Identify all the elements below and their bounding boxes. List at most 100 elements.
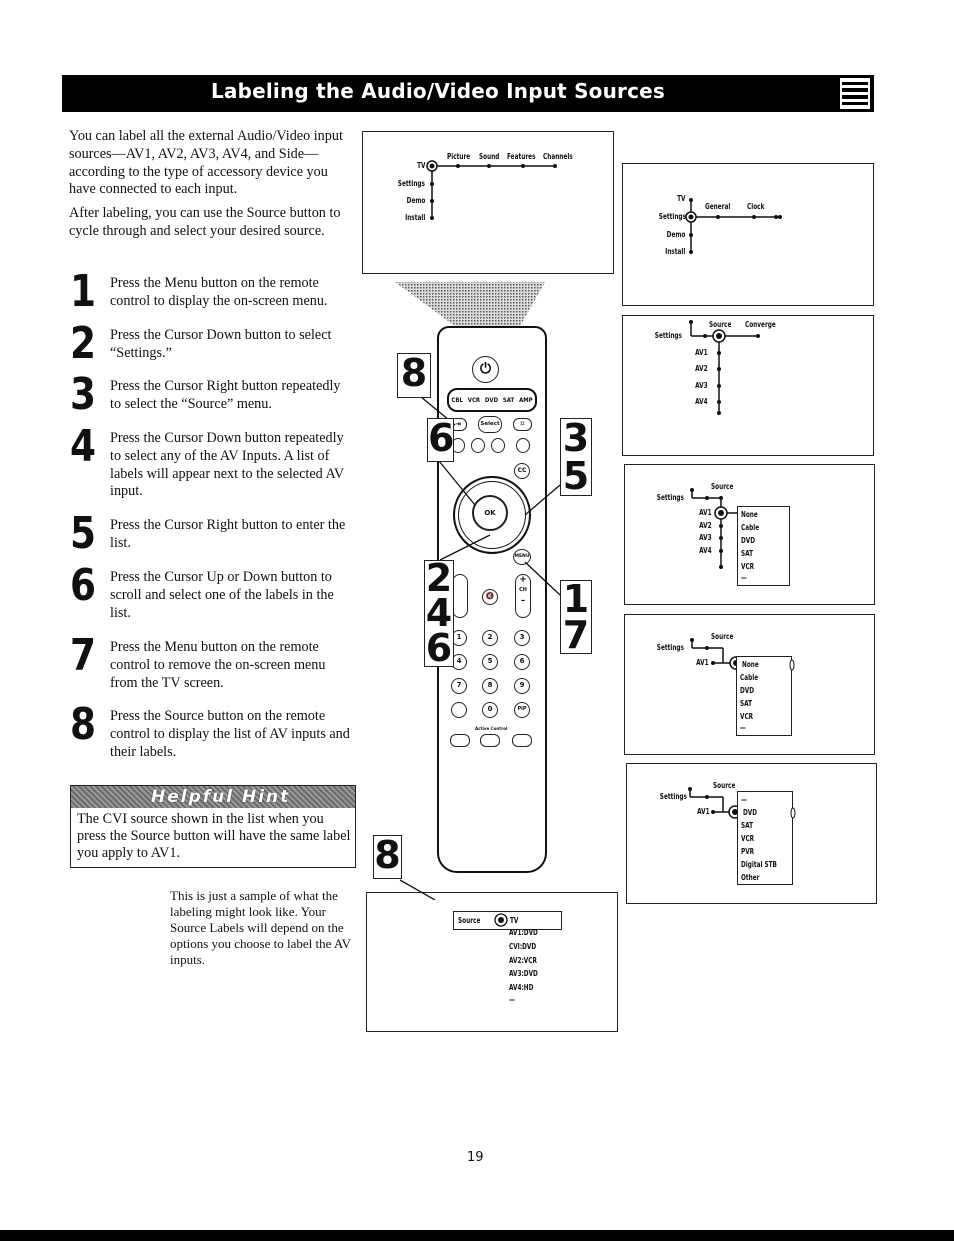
step-number: 4 — [70, 421, 97, 472]
callout-steps-2-4-6: 2 4 6 — [424, 556, 454, 670]
label-list: None Cable DVD SAT VCR — — [737, 506, 790, 586]
list-item: SAT — [740, 699, 753, 708]
step-number: 2 — [70, 318, 97, 369]
source-list-item: AV4:HD — [509, 983, 534, 992]
intro-paragraph: You can label all the external Audio/Vid… — [69, 128, 343, 198]
menu-label: AV1 — [695, 348, 708, 357]
menu-label: TV — [676, 194, 685, 203]
label-list: None Cable DVD SAT VCR — — [736, 656, 795, 736]
step-number: 6 — [70, 560, 97, 611]
section-title-bar: Labeling the Audio/Video Input Sources — [62, 75, 874, 112]
step-number: 1 — [70, 266, 97, 317]
menu-label: Install — [664, 247, 685, 256]
cursor-ring-icon — [494, 913, 508, 927]
menu-label: Clock — [747, 202, 765, 211]
list-item: — — [740, 723, 746, 732]
menu-label: AV2 — [699, 521, 712, 530]
menu-label: Picture — [447, 152, 471, 161]
list-item: Digital STB — [741, 860, 777, 869]
menu-diagram-main: TV Picture Sound Features Channels Setti… — [362, 131, 614, 274]
menu-label: AV3 — [699, 533, 712, 542]
menu-label: AV1 — [697, 807, 710, 816]
list-item: VCR — [740, 712, 754, 721]
list-item: Cable — [740, 673, 759, 682]
menu-label: Converge — [745, 320, 776, 329]
bottom-border — [0, 1230, 954, 1241]
menu-diagram-source: Settings Source Converge AV1 AV2 AV3 AV4 — [622, 315, 874, 456]
scroll-indicator-icon — [790, 807, 796, 819]
helpful-hint-header: Helpful Hint — [71, 786, 355, 808]
menu-label: AV1 — [696, 658, 709, 667]
menu-diagram-label-scroll: Settings Source AV1 — DVD SAT VCR PVR Di… — [626, 763, 877, 904]
page-title: Labeling the Audio/Video Input Sources — [210, 79, 666, 103]
list-item: — — [741, 795, 747, 804]
step-text: Press the Cursor Down button repeatedly … — [110, 430, 344, 500]
menu-label: Source — [711, 482, 734, 491]
menu-label-tv: TV — [416, 161, 425, 170]
source-list-item: CVI:DVD — [509, 942, 537, 951]
source-list-item: AV2:VCR — [509, 956, 537, 965]
step-number: 8 — [70, 699, 97, 750]
list-item: VCR — [741, 562, 755, 571]
step-text: Press the Cursor Down button to select “… — [110, 327, 332, 361]
page-number: 19 — [467, 1150, 484, 1165]
step-text: Press the Cursor Up or Down button to sc… — [110, 569, 334, 621]
menu-label: Features — [507, 152, 536, 161]
menu-label: AV1 — [699, 508, 712, 517]
menu-label: Settings — [656, 643, 684, 652]
scroll-indicator-icon — [789, 659, 795, 671]
callout-step-8: 8 — [397, 353, 431, 398]
menu-label-selected: Settings — [658, 212, 686, 221]
step-text: Press the Cursor Right button to enter t… — [110, 517, 346, 551]
list-item: Cable — [741, 523, 760, 532]
menu-tree-lines — [685, 198, 782, 254]
list-item: SAT — [741, 821, 754, 830]
source-list-item: AV3:DVD — [509, 969, 538, 978]
list-item: VCR — [741, 834, 755, 843]
list-item: None — [741, 510, 758, 519]
step-text: Press the Cursor Right button repeatedly… — [110, 378, 341, 412]
step-text: Press the Menu button on the remote cont… — [110, 639, 326, 691]
callout-step-6: 6 — [427, 416, 455, 462]
menu-label: Demo — [666, 230, 685, 239]
menu-label: Demo — [406, 196, 425, 205]
menu-label: AV2 — [695, 364, 708, 373]
step-number: 7 — [70, 630, 97, 681]
menu-label: Settings — [397, 179, 425, 188]
menu-label: Source — [711, 632, 734, 641]
source-current: TV — [510, 916, 519, 925]
step-number: 3 — [70, 369, 97, 420]
ir-beam — [395, 282, 545, 326]
helpful-hint-box: Helpful Hint The CVI source shown in the… — [70, 785, 356, 868]
menu-label: AV3 — [695, 381, 708, 390]
intro-paragraph: After labeling, you can use the Source b… — [69, 205, 341, 239]
step-text: Press the Menu button on the remote cont… — [110, 275, 328, 309]
helpful-hint-label: Helpful Hint — [151, 787, 291, 807]
list-item: Other — [741, 873, 760, 882]
source-bar: Source TV — [453, 911, 562, 930]
menu-label: Source — [709, 320, 732, 329]
menu-label: AV4 — [699, 546, 712, 555]
source-list-screen: Source TV AV1:DVD CVI:DVD AV2:VCR AV3:DV… — [366, 892, 618, 1032]
list-item: DVD — [741, 536, 756, 545]
step-number: 5 — [70, 508, 97, 559]
callout-steps-1-7: 1 7 — [560, 580, 592, 654]
menu-label: AV4 — [695, 397, 708, 406]
menu-lines-icon — [840, 78, 870, 109]
menu-label: Channels — [543, 152, 573, 161]
list-item: SAT — [741, 549, 754, 558]
menu-label: Source — [713, 781, 736, 790]
label-list: — DVD SAT VCR PVR Digital STB Other — [737, 791, 796, 885]
menu-diagram-settings: TV Settings General Clock Demo Install — [622, 163, 874, 306]
menu-diagram-av-list: Settings Source AV1 AV2 AV3 AV4 None Cab… — [624, 464, 875, 605]
menu-label: General — [705, 202, 731, 211]
list-item: PVR — [741, 847, 755, 856]
menu-diagram-label-select: Settings Source AV1 None Cable DVD SAT V… — [624, 614, 875, 755]
menu-label: Settings — [654, 331, 682, 340]
list-item-selected: None — [742, 660, 759, 669]
helpful-hint-text: The CVI source shown in the list when yo… — [77, 811, 351, 861]
list-item: — — [741, 573, 747, 582]
menu-label: Install — [404, 213, 425, 222]
source-label: Source — [458, 916, 481, 925]
list-item: DVD — [740, 686, 755, 695]
